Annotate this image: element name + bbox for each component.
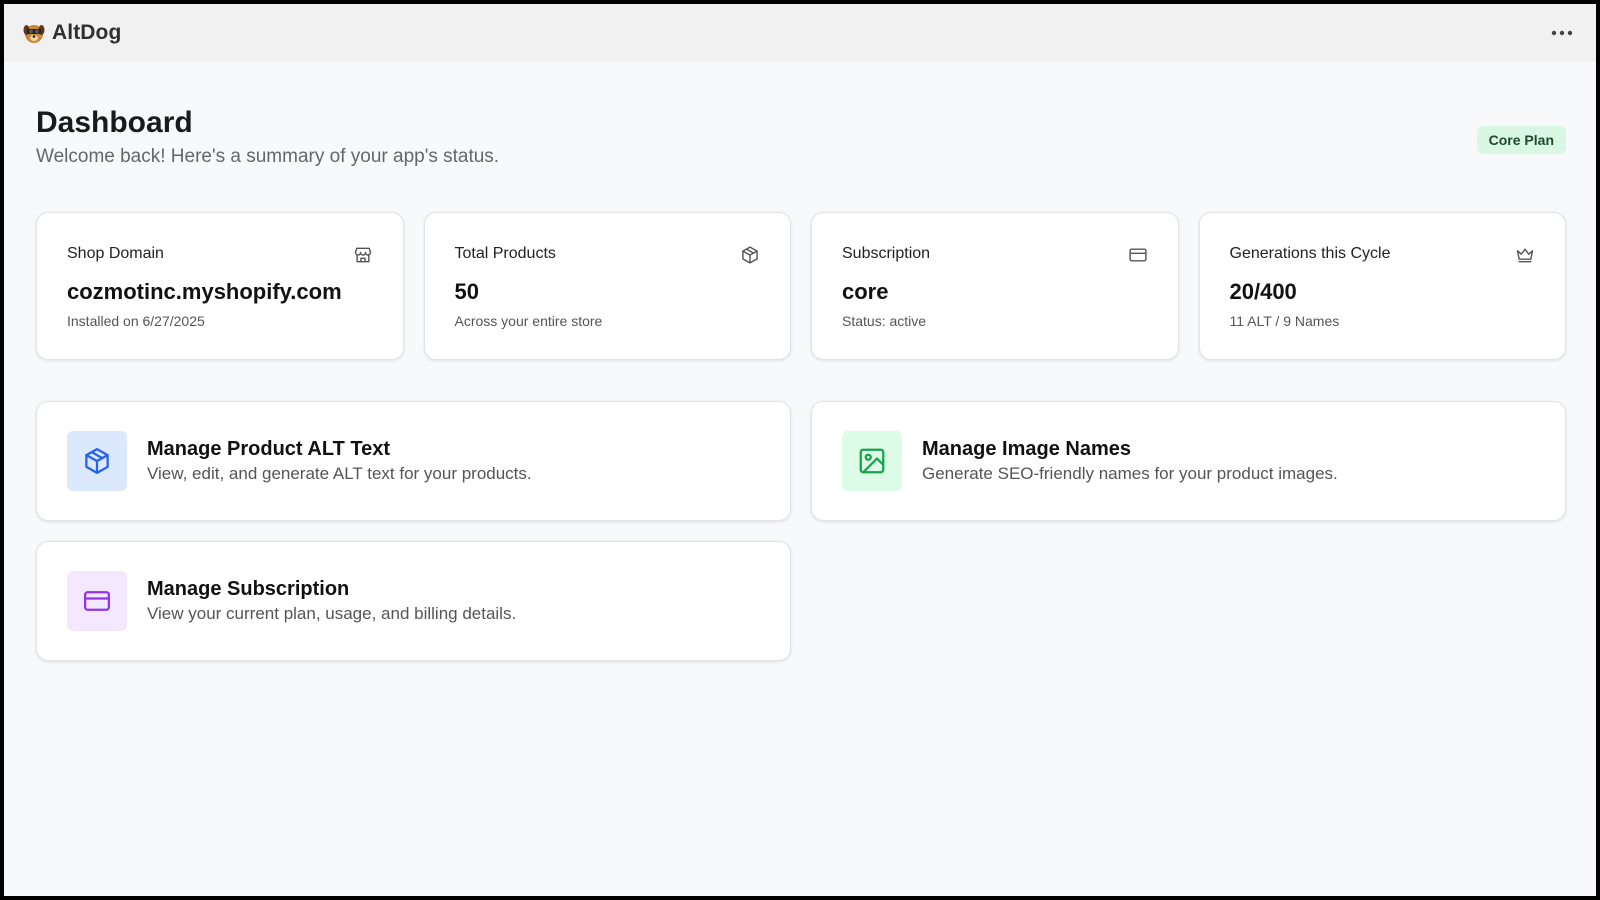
stat-subtext: 11 ALT / 9 Names (1229, 313, 1340, 329)
store-icon (354, 247, 371, 263)
stat-card-subscription: Subscription core Status: active (811, 212, 1179, 360)
manage-alt-text-card[interactable]: Manage Product ALT Text View, edit, and … (36, 401, 791, 521)
stat-card-generations: Generations this Cycle 20/400 11 ALT / 9… (1198, 212, 1566, 360)
action-icon-box (67, 571, 127, 631)
stat-label: Generations this Cycle (1229, 245, 1391, 262)
page-subtitle: Welcome back! Here's a summary of your a… (36, 146, 500, 167)
stat-label: Subscription (842, 245, 931, 262)
action-title: Manage Image Names (922, 438, 1131, 460)
package-icon (742, 246, 758, 264)
stat-subtext: Installed on 6/27/2025 (67, 313, 205, 329)
actions-grid: Manage Product ALT Text View, edit, and … (36, 401, 1566, 661)
more-horizontal-icon (1551, 30, 1573, 36)
plan-badge: Core Plan (1476, 126, 1566, 154)
action-text: Manage Subscription View your current pl… (147, 578, 516, 624)
stat-value: 50 (454, 279, 479, 304)
stat-value: cozmotinc.myshopify.com (67, 279, 342, 304)
page-header: Dashboard Welcome back! Here's a summary… (36, 62, 1566, 212)
action-text: Manage Product ALT Text View, edit, and … (147, 438, 532, 484)
action-icon-box (842, 431, 902, 491)
action-icon-box (67, 431, 127, 491)
action-text: Manage Image Names Generate SEO-friendly… (922, 438, 1338, 484)
stat-value: 20/400 (1229, 279, 1297, 304)
top-bar: AltDog (4, 4, 1596, 62)
stats-row: Shop Domain cozmotinc.myshopify.com Inst… (36, 212, 1566, 360)
stat-subtext: Across your entire store (454, 313, 603, 329)
action-description: Generate SEO-friendly names for your pro… (922, 464, 1338, 483)
stat-card-shop-domain: Shop Domain cozmotinc.myshopify.com Inst… (36, 212, 404, 360)
page-title: Dashboard (36, 106, 193, 139)
brand: AltDog (22, 21, 121, 45)
image-icon (859, 448, 885, 474)
stat-subtext: Status: active (842, 313, 927, 329)
action-description: View your current plan, usage, and billi… (147, 604, 517, 623)
manage-subscription-card[interactable]: Manage Subscription View your current pl… (36, 541, 791, 661)
main-content: Dashboard Welcome back! Here's a summary… (36, 62, 1566, 661)
app-name: AltDog (52, 21, 122, 44)
crown-icon (1516, 248, 1534, 263)
action-title: Manage Product ALT Text (147, 438, 390, 460)
dog-logo-icon (23, 25, 45, 43)
credit-card-icon (1128, 248, 1147, 262)
action-description: View, edit, and generate ALT text for yo… (147, 464, 532, 483)
stat-label: Total Products (454, 245, 556, 262)
manage-image-names-card[interactable]: Manage Image Names Generate SEO-friendly… (811, 401, 1566, 521)
app-window: AltDog Dashboard Welcome back! Here's a … (4, 4, 1596, 896)
action-title: Manage Subscription (147, 578, 350, 600)
package-icon (85, 448, 109, 474)
credit-card-icon (84, 591, 110, 611)
stat-label: Shop Domain (67, 245, 164, 262)
stat-value: core (842, 279, 889, 304)
stat-card-total-products: Total Products 50 Across your entire sto… (423, 212, 791, 360)
more-options-button[interactable] (1546, 17, 1578, 49)
